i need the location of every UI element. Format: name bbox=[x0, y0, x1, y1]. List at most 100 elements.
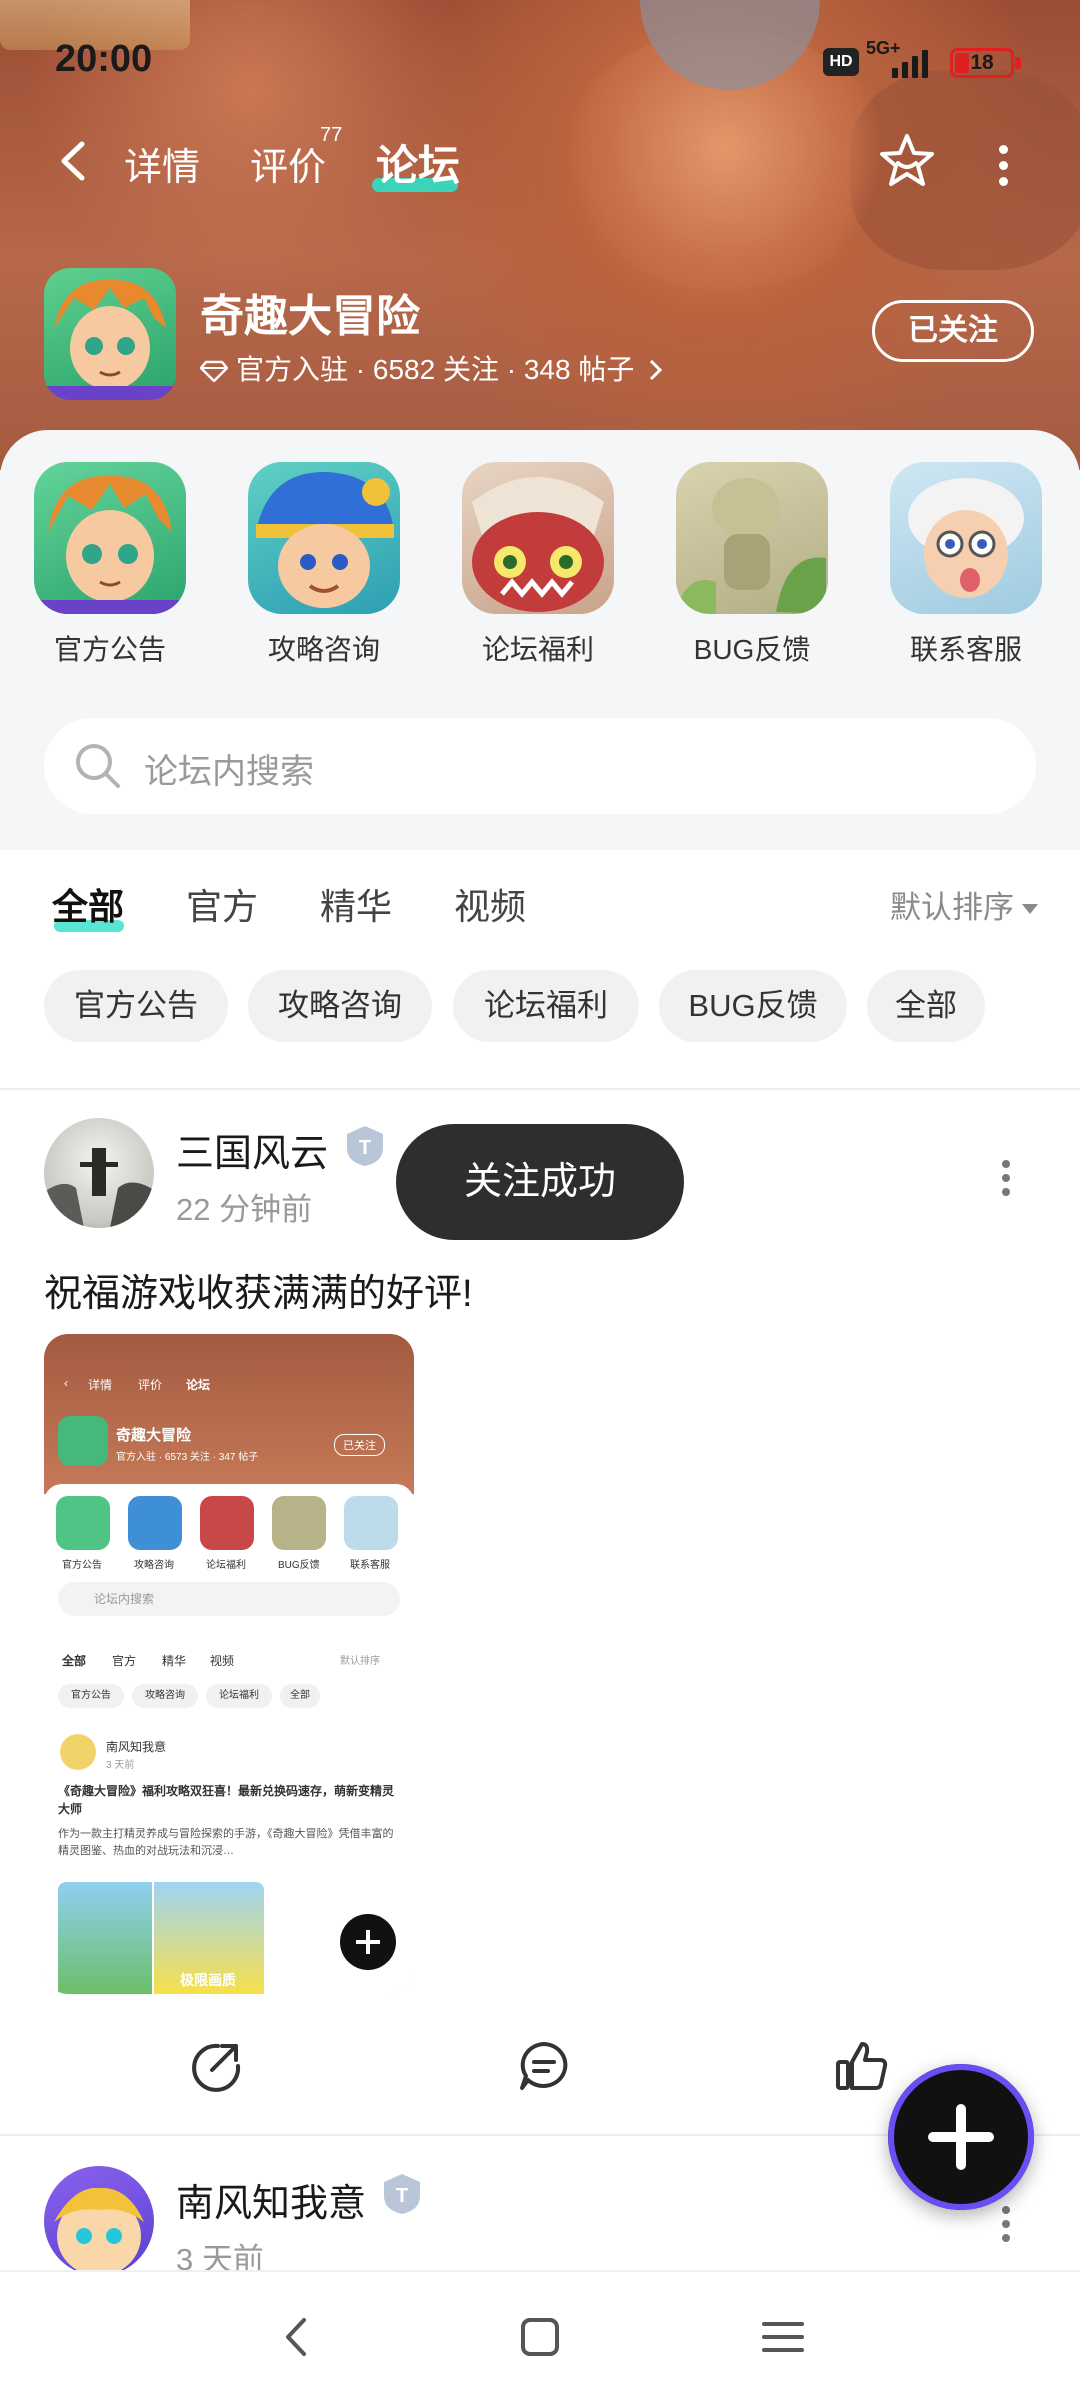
forum-sections-panel: 官方公告 攻略咨询 论坛福利 BUG反馈 联系客服 论坛内搜索 bbox=[0, 430, 1080, 850]
chevron-right-icon bbox=[650, 359, 663, 381]
post-image-chip: 官方公告 bbox=[58, 1684, 124, 1708]
post-more-icon[interactable] bbox=[1000, 1160, 1012, 1202]
forum-search-input[interactable]: 论坛内搜索 bbox=[44, 718, 1036, 814]
board-strategy[interactable]: 攻略咨询 bbox=[239, 462, 409, 668]
board-label: 攻略咨询 bbox=[267, 634, 380, 665]
post-image-author: 南风知我意 bbox=[106, 1740, 167, 1754]
chip-strategy[interactable]: 攻略咨询 bbox=[248, 970, 432, 1042]
board-bug-report[interactable]: BUG反馈 bbox=[667, 462, 837, 668]
system-home-icon[interactable] bbox=[515, 2312, 565, 2362]
board-customer-service[interactable]: 联系客服 bbox=[881, 462, 1051, 668]
battery-cap bbox=[1015, 57, 1021, 69]
system-menu-icon[interactable] bbox=[758, 2312, 808, 2362]
favorite-star-icon[interactable] bbox=[876, 130, 938, 192]
follow-success-toast: 关注成功 bbox=[396, 1124, 684, 1240]
tab-review[interactable]: 评价 bbox=[250, 136, 326, 191]
post-image-tab: 详情 bbox=[88, 1378, 113, 1392]
section-divider bbox=[0, 1088, 1080, 1090]
post-image-filter: 精华 bbox=[162, 1654, 187, 1668]
post-image-chip: 攻略咨询 bbox=[132, 1684, 198, 1708]
board-welfare-icon bbox=[462, 462, 614, 614]
board-label: 联系客服 bbox=[909, 634, 1022, 665]
post-image-post-body: 作为一款主打精灵养成与冒险探索的手游，《奇趣大冒险》凭借丰富的精灵图鉴、热血的对… bbox=[58, 1828, 394, 1857]
post-image-search-text: 论坛内搜索 bbox=[94, 1592, 155, 1606]
post-image-board-icon bbox=[128, 1496, 182, 1550]
post-image-tab: 评价 bbox=[138, 1378, 163, 1392]
chip-bug-report[interactable]: BUG反馈 bbox=[659, 970, 847, 1042]
post-image-back-icon: ‹ bbox=[64, 1376, 68, 1390]
back-arrow-icon[interactable] bbox=[52, 138, 98, 184]
post-image[interactable]: ‹ 详情 评价 论坛 奇趣大冒险 官方入驻 · 6573 关注 · 347 帖子… bbox=[44, 1334, 414, 1994]
game-stats[interactable]: 官方入驻 · 6582 关注 · 348 帖子 bbox=[200, 348, 664, 388]
post-image-chip: 全部 bbox=[280, 1684, 320, 1708]
post-image-board-label: 官方公告 bbox=[62, 1560, 102, 1571]
post-author-name[interactable]: 南风知我意 bbox=[176, 2172, 366, 2227]
post-image-sort: 默认排序 bbox=[340, 1656, 380, 1667]
verified-badge-icon: T bbox=[384, 2174, 420, 2214]
board-official-notice[interactable]: 官方公告 bbox=[25, 462, 195, 668]
board-label: 官方公告 bbox=[53, 634, 166, 665]
review-count-badge: 77 bbox=[320, 124, 343, 146]
post-more-icon[interactable] bbox=[1000, 2206, 1012, 2248]
hd-icon: HD bbox=[823, 48, 859, 76]
post-image-photo-caption: 极限画质 bbox=[180, 1972, 236, 1988]
chip-all[interactable]: 全部 bbox=[867, 970, 985, 1042]
chip-welfare[interactable]: 论坛福利 bbox=[453, 970, 639, 1042]
post-image-board-label: BUG反馈 bbox=[278, 1560, 320, 1571]
more-menu-icon[interactable] bbox=[985, 142, 1021, 186]
post-image-tab: 论坛 bbox=[186, 1378, 211, 1392]
post-image-board-icon bbox=[272, 1496, 326, 1550]
post-image-follow: 已关注 bbox=[334, 1434, 385, 1456]
board-customer-service-icon bbox=[890, 462, 1042, 614]
filter-tab-all[interactable]: 全部 bbox=[52, 878, 124, 930]
svg-text:T: T bbox=[359, 1137, 371, 1159]
author-avatar[interactable] bbox=[44, 1118, 154, 1228]
post-image-board-label: 论坛福利 bbox=[206, 1560, 246, 1571]
tab-forum[interactable]: 论坛 bbox=[376, 132, 460, 193]
top-nav: 详情 评价 77 论坛 bbox=[0, 120, 1080, 202]
post-image-board-label: 联系客服 bbox=[350, 1560, 390, 1571]
post-image-board-icon bbox=[56, 1496, 110, 1550]
svg-text:T: T bbox=[396, 2185, 408, 2207]
search-icon bbox=[76, 744, 120, 788]
filter-tab-official[interactable]: 官方 bbox=[186, 878, 258, 930]
search-placeholder: 论坛内搜索 bbox=[144, 753, 314, 791]
post-image-board-icon bbox=[344, 1496, 398, 1550]
post-image-time: 3 天前 bbox=[106, 1760, 135, 1771]
sort-dropdown[interactable]: 默认排序 bbox=[890, 882, 1038, 927]
chip-official-notice[interactable]: 官方公告 bbox=[44, 970, 228, 1042]
post-content: 祝福游戏收获满满的好评! bbox=[44, 1273, 473, 1315]
game-icon bbox=[44, 268, 176, 400]
tab-detail[interactable]: 详情 bbox=[124, 136, 200, 191]
create-post-button[interactable] bbox=[888, 2064, 1034, 2210]
sort-label: 默认排序 bbox=[890, 890, 1014, 925]
signal-icon bbox=[892, 48, 938, 78]
like-icon[interactable] bbox=[834, 2038, 890, 2094]
comment-icon[interactable] bbox=[516, 2038, 572, 2094]
post-image-photo-landscape bbox=[58, 1882, 152, 1994]
post-image-board-label: 攻略咨询 bbox=[134, 1560, 174, 1571]
board-label: 论坛福利 bbox=[481, 634, 594, 665]
followed-button[interactable]: 已关注 bbox=[872, 300, 1034, 362]
post-image-fab bbox=[340, 1914, 396, 1970]
system-navigation-bar bbox=[0, 2270, 1080, 2402]
game-stats-text: 官方入驻 · 6582 关注 · 348 帖子 bbox=[236, 354, 635, 385]
filter-tab-featured[interactable]: 精华 bbox=[320, 878, 392, 930]
board-welfare[interactable]: 论坛福利 bbox=[453, 462, 623, 668]
dropdown-arrow-icon bbox=[1022, 904, 1038, 914]
post-image-filter: 全部 bbox=[62, 1654, 87, 1668]
post-time: 22 分钟前 bbox=[176, 1192, 313, 1227]
board-strategy-icon bbox=[248, 462, 400, 614]
post-image-chip: 论坛福利 bbox=[206, 1684, 272, 1708]
verified-badge-icon: T bbox=[347, 1126, 383, 1166]
system-back-icon[interactable] bbox=[272, 2312, 322, 2362]
board-bug-report-icon bbox=[676, 462, 828, 614]
status-time: 20:00 bbox=[55, 38, 153, 80]
share-icon[interactable] bbox=[188, 2038, 244, 2094]
battery-icon: 18 bbox=[950, 48, 1014, 78]
post-author-name[interactable]: 三国风云 bbox=[176, 1122, 328, 1177]
filter-tab-video[interactable]: 视频 bbox=[454, 878, 526, 930]
post-image-avatar bbox=[60, 1734, 96, 1770]
status-bar: 20:00 HD 5G+ 18 bbox=[0, 0, 1080, 120]
author-avatar[interactable] bbox=[44, 2166, 154, 2276]
